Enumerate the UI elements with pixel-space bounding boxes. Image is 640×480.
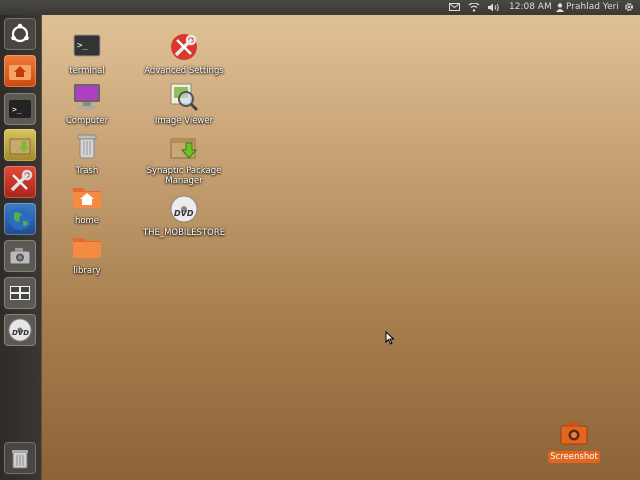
- desktop-icon-label: Synaptic Package Manager: [146, 166, 222, 186]
- home-folder-icon: [71, 181, 103, 213]
- trash-icon: [71, 131, 103, 163]
- dvd-icon[interactable]: DVD: [4, 314, 36, 346]
- trash-icon[interactable]: [4, 442, 36, 474]
- image-viewer-icon: [168, 81, 200, 113]
- desktop-icon-label: Computer: [65, 116, 109, 126]
- workspace-switcher-icon[interactable]: [4, 277, 36, 309]
- user-name[interactable]: Prahlad Yeri: [566, 0, 619, 15]
- desktop-icon-label: THE_MOBILESTORE: [142, 228, 226, 238]
- folder-icon: [71, 231, 103, 263]
- desktop-icon-label: Image Viewer: [154, 116, 214, 126]
- launcher: >_ DVD: [0, 15, 42, 480]
- terminal-icon: >_: [71, 31, 103, 63]
- volume-icon[interactable]: [487, 0, 501, 15]
- desktop-icon-label: Advanced Settings: [144, 66, 224, 76]
- desktop-icon-terminal[interactable]: >_ terminal: [37, 31, 137, 76]
- desktop-icon-computer[interactable]: Computer: [37, 81, 137, 126]
- desktop-icon-trash[interactable]: Trash: [37, 131, 137, 176]
- terminal-icon[interactable]: >_: [4, 93, 36, 125]
- desktop-icon-label: home: [74, 216, 100, 226]
- clock[interactable]: 12:08 AM: [509, 0, 552, 15]
- desktop-icon-label: Trash: [75, 166, 99, 176]
- desktop-icon-dvd[interactable]: DVD THE_MOBILESTORE: [134, 193, 234, 238]
- computer-icon: [71, 81, 103, 113]
- svg-text:>_: >_: [12, 105, 22, 114]
- gear-icon[interactable]: [624, 0, 635, 15]
- ubuntu-logo-icon[interactable]: [4, 18, 36, 50]
- desktop-icon-screenshot[interactable]: Screenshot: [524, 418, 624, 463]
- desktop-icon-home[interactable]: home: [37, 181, 137, 226]
- home-folder-icon[interactable]: [4, 55, 36, 87]
- desktop-icon-library[interactable]: library: [37, 231, 137, 276]
- synaptic-package-icon[interactable]: [4, 129, 36, 161]
- screenshot-camera-icon[interactable]: [4, 240, 36, 272]
- synaptic-package-icon: [168, 131, 200, 163]
- svg-text:>_: >_: [77, 41, 88, 51]
- mouse-cursor-icon: [385, 330, 395, 348]
- desktop-icon-advanced-settings[interactable]: Advanced Settings: [134, 31, 234, 76]
- network-icon[interactable]: [468, 0, 480, 15]
- top-panel: 12:08 AM Prahlad Yeri: [0, 0, 640, 15]
- advanced-settings-icon[interactable]: [4, 166, 36, 198]
- desktop-icon-image-viewer[interactable]: Image Viewer: [134, 81, 234, 126]
- mail-icon[interactable]: [449, 0, 461, 15]
- svg-text:DVD: DVD: [12, 329, 29, 337]
- desktop-icon-label: terminal: [69, 66, 105, 76]
- advanced-settings-icon: [168, 31, 200, 63]
- user-icon: [556, 0, 565, 15]
- svg-text:DVD: DVD: [174, 209, 194, 218]
- firefox-globe-icon[interactable]: [4, 203, 36, 235]
- desktop-icon-label: library: [73, 266, 101, 276]
- desktop-icon-label: Screenshot: [548, 451, 600, 463]
- desktop-icon-synaptic[interactable]: Synaptic Package Manager: [134, 131, 234, 186]
- screenshot-camera-icon: [558, 418, 590, 450]
- dvd-icon: DVD: [168, 193, 200, 225]
